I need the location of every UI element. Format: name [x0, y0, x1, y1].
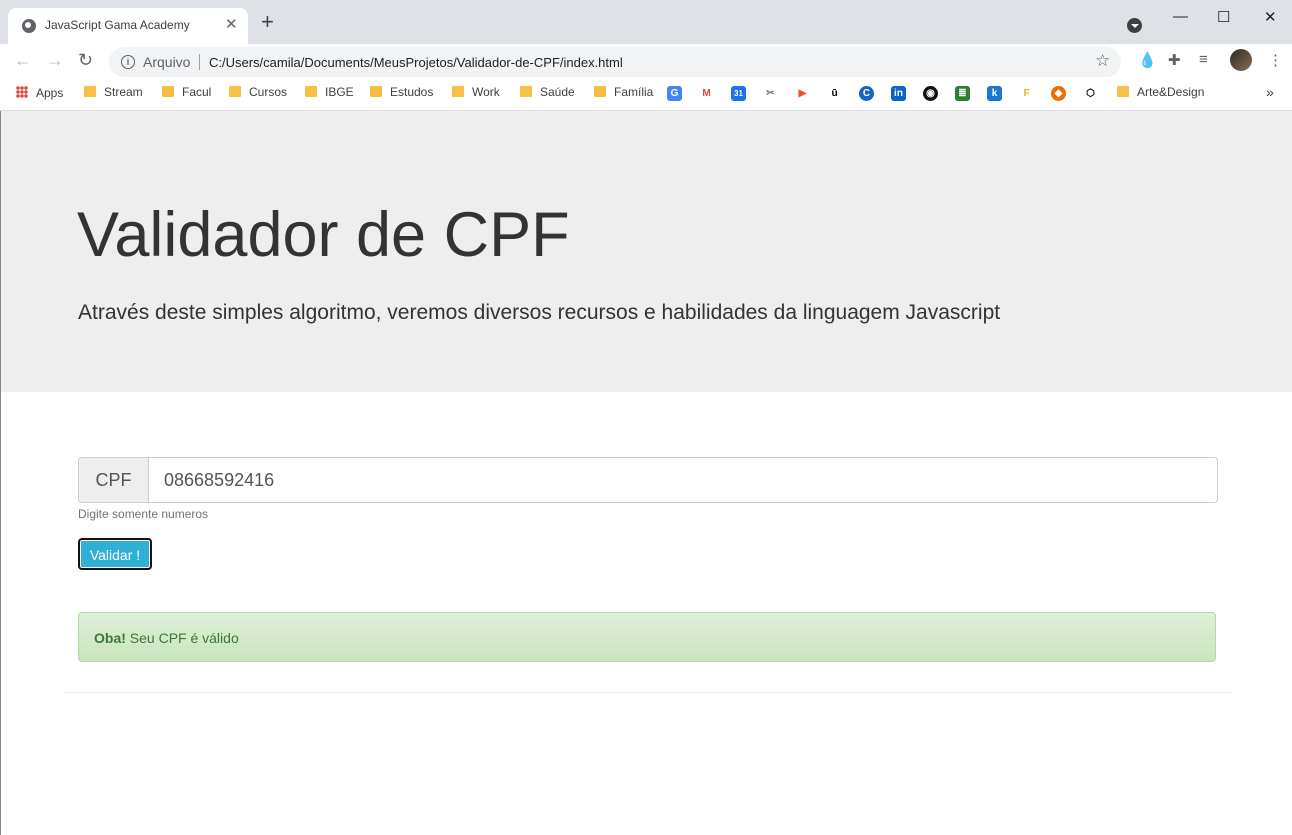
bookmark-folder[interactable]: Stream	[84, 86, 143, 104]
folder-icon	[370, 86, 382, 97]
help-text: Digite somente numeros	[78, 507, 209, 521]
folder-icon	[520, 86, 532, 97]
fic-icon[interactable]: F	[1019, 86, 1034, 101]
bookmark-folder[interactable]: Família	[594, 86, 653, 104]
bookmarks-overflow-button[interactable]: »	[1266, 85, 1274, 104]
k-logo-icon[interactable]: k	[987, 86, 1002, 101]
apps-grid-icon	[16, 86, 28, 98]
codepen-icon[interactable]: ⬡	[1083, 86, 1098, 101]
folder-icon	[229, 86, 241, 97]
tab-strip: JavaScript Gama Academy ✕ + — ☐ ✕	[0, 0, 1292, 44]
github-icon[interactable]: ◉	[923, 86, 938, 101]
stack-icon[interactable]: ≣	[955, 86, 970, 101]
bookmark-star-icon[interactable]: ☆	[1095, 51, 1110, 71]
globe-icon	[22, 19, 36, 33]
minimize-button[interactable]: —	[1173, 8, 1188, 25]
bookmark-folder[interactable]: Work	[452, 86, 500, 104]
translate-icon[interactable]: G	[667, 86, 682, 101]
success-alert: Oba! Seu CPF é válido	[78, 612, 1216, 662]
new-tab-button[interactable]: +	[261, 11, 274, 33]
bookmark-folder[interactable]: Estudos	[370, 86, 433, 104]
cpf-input-group: CPF	[78, 457, 1218, 503]
lead-text: Através deste simples algoritmo, veremos…	[78, 301, 1001, 324]
udemy-icon[interactable]: ū	[827, 86, 842, 101]
page-title: Validador de CPF	[77, 200, 570, 270]
fox-icon[interactable]: ◆	[1051, 86, 1066, 101]
linkedin-icon[interactable]: in	[891, 86, 906, 101]
window-edge	[0, 111, 1, 835]
drop-icon[interactable]: 💧	[1138, 51, 1157, 69]
folder-icon	[452, 86, 464, 97]
bookmark-folder[interactable]: Arte&Design	[1117, 86, 1204, 104]
divider	[64, 692, 1232, 693]
folder-icon	[84, 86, 96, 97]
cpf-addon-label: CPF	[79, 458, 149, 502]
back-button[interactable]: ←	[14, 50, 32, 71]
gmail-icon[interactable]: M	[699, 86, 714, 101]
folder-icon	[594, 86, 606, 97]
info-icon[interactable]: i	[121, 55, 135, 69]
tab-title: JavaScript Gama Academy	[45, 18, 190, 32]
avatar[interactable]	[1230, 49, 1252, 71]
menu-icon[interactable]: ⋮	[1268, 51, 1283, 69]
browser-toolbar: ← → ↻ i Arquivo C:/Users/camila/Document…	[0, 44, 1292, 80]
forward-button[interactable]: →	[46, 50, 64, 71]
alert-strong: Oba!	[94, 630, 126, 646]
puzzle-icon[interactable]: ✚	[1168, 51, 1181, 69]
bookmark-folder[interactable]: Cursos	[229, 86, 287, 104]
close-window-button[interactable]: ✕	[1264, 8, 1277, 26]
address-bar[interactable]: i Arquivo C:/Users/camila/Documents/Meus…	[109, 47, 1121, 77]
calendar-icon[interactable]: 31	[731, 86, 746, 101]
address-scheme: Arquivo	[143, 54, 191, 70]
address-divider	[199, 54, 200, 70]
media-icon[interactable]: ≡	[1199, 51, 1208, 68]
jumbotron: Validador de CPF Através deste simples a…	[0, 111, 1292, 392]
tab-close-icon[interactable]: ✕	[225, 16, 238, 34]
tab-search-icon[interactable]	[1127, 18, 1142, 33]
cpf-input[interactable]	[149, 458, 1209, 502]
folder-icon	[1117, 86, 1129, 97]
play-icon[interactable]: ▶	[795, 86, 810, 101]
validate-button[interactable]: Validar !	[78, 538, 152, 570]
rabbit-icon[interactable]: ✂	[763, 86, 778, 101]
bookmark-folder[interactable]: IBGE	[305, 86, 354, 104]
c-logo-icon[interactable]: C	[859, 86, 874, 101]
reload-button[interactable]: ↻	[78, 50, 93, 71]
address-url[interactable]: C:/Users/camila/Documents/MeusProjetos/V…	[209, 55, 623, 70]
folder-icon	[305, 86, 317, 97]
alert-message: Seu CPF é válido	[125, 630, 239, 646]
maximize-button[interactable]: ☐	[1217, 8, 1230, 26]
active-tab[interactable]: JavaScript Gama Academy ✕	[8, 8, 248, 44]
bookmarks-bar: Apps Stream Facul Cursos IBGE Estudos Wo…	[0, 80, 1292, 111]
bookmark-folder[interactable]: Saúde	[520, 86, 575, 104]
bookmark-folder[interactable]: Facul	[162, 86, 211, 104]
folder-icon	[162, 86, 174, 97]
bookmark-apps[interactable]: Apps	[16, 86, 63, 104]
